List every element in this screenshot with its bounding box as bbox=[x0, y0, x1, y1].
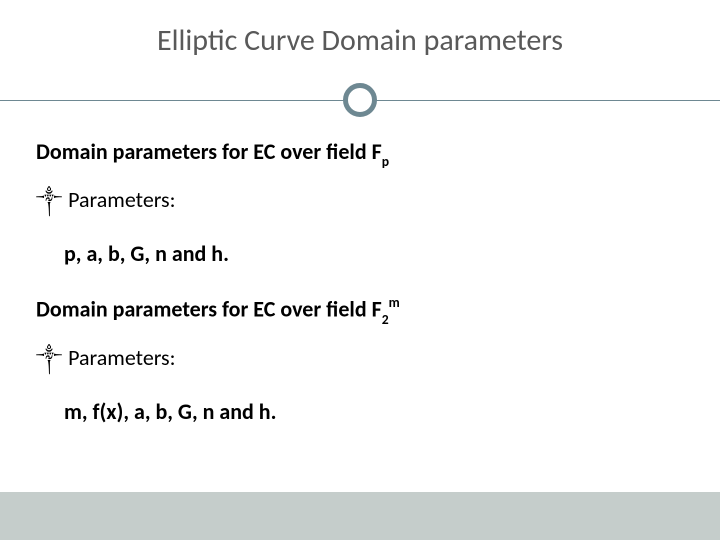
section1-heading-text: Domain parameters for EC over field F bbox=[36, 138, 382, 165]
section2-heading-superscript: m bbox=[389, 294, 400, 311]
slide: Elliptic Curve Domain parameters Domain … bbox=[0, 0, 720, 540]
divider-circle-icon bbox=[343, 83, 377, 117]
section1-params: p, a, b, G, n and h. bbox=[64, 240, 684, 267]
section2-heading-subscript: 2 bbox=[382, 311, 389, 328]
bullet-icon: ༒ bbox=[36, 336, 62, 392]
bullet-icon: ༒ bbox=[36, 178, 62, 234]
section1-heading: Domain parameters for EC over field Fp bbox=[36, 138, 684, 168]
title-divider bbox=[0, 83, 720, 117]
section2-bullet-label: Parameters: bbox=[68, 344, 175, 371]
section2-heading-text: Domain parameters for EC over field F bbox=[36, 296, 382, 323]
section1-heading-subscript: p bbox=[382, 153, 389, 170]
content-area: Domain parameters for EC over field Fp ༒… bbox=[36, 138, 684, 453]
title-area: Elliptic Curve Domain parameters bbox=[0, 0, 720, 59]
section2-params: m, f(x), a, b, G, n and h. bbox=[64, 398, 684, 425]
section2-heading: Domain parameters for EC over field F2m bbox=[36, 295, 684, 326]
footer-band bbox=[0, 492, 720, 540]
section2-bullet: ༒ Parameters: bbox=[36, 336, 684, 392]
slide-title: Elliptic Curve Domain parameters bbox=[0, 22, 720, 59]
section1-bullet-label: Parameters: bbox=[68, 186, 175, 213]
section1-bullet: ༒ Parameters: bbox=[36, 178, 684, 234]
